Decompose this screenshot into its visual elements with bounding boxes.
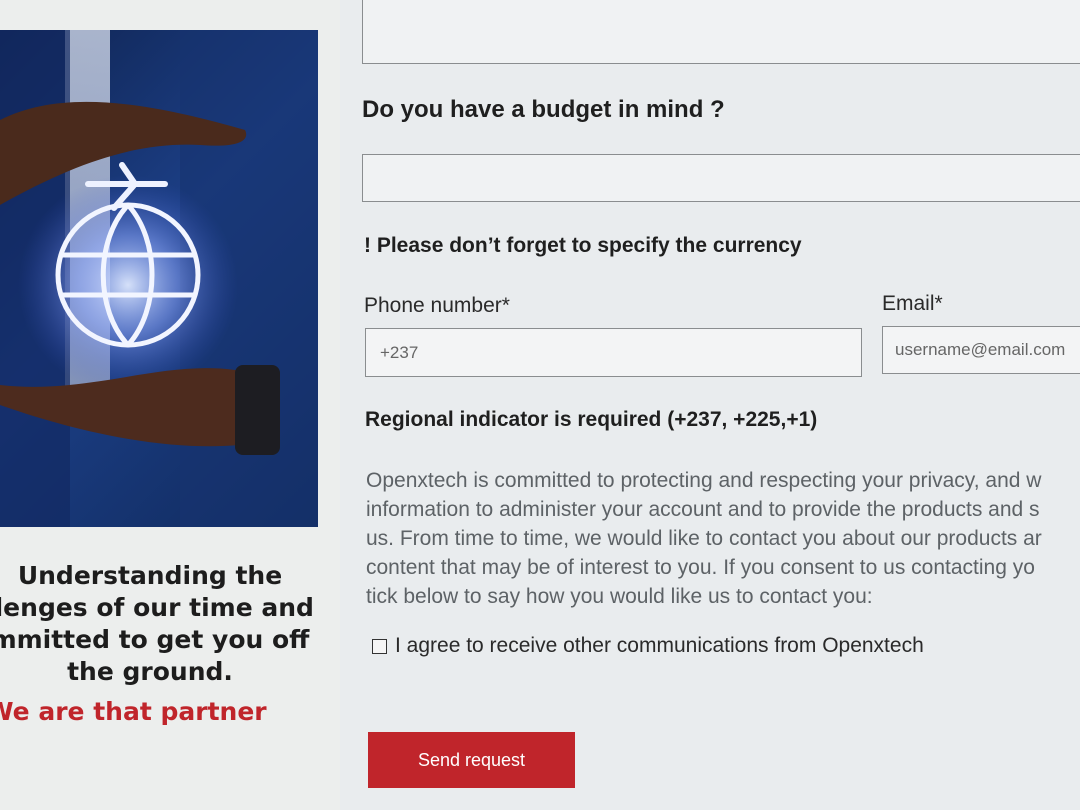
consent-label[interactable]: I agree to receive other communications … — [395, 634, 924, 658]
tagline: Understanding the llenges of our time an… — [0, 560, 340, 688]
regional-indicator-note: Regional indicator is required (+237, +2… — [365, 408, 818, 431]
budget-label: Do you have a budget in mind ? — [362, 96, 725, 123]
wristwatch — [235, 365, 280, 455]
privacy-notice: Openxtech is committed to protecting and… — [366, 466, 1080, 611]
privacy-line: content that may be of interest to you. … — [366, 556, 1035, 579]
budget-input[interactable] — [362, 154, 1080, 202]
email-label: Email* — [882, 292, 943, 315]
privacy-line: Openxtech is committed to protecting and… — [366, 469, 1042, 492]
previous-field-input[interactable] — [362, 0, 1080, 64]
send-request-button[interactable]: Send request — [368, 732, 575, 788]
privacy-line: information to administer your account a… — [366, 498, 1040, 521]
privacy-line: tick below to say how you would like us … — [366, 585, 873, 608]
consent-row[interactable]: I agree to receive other communications … — [372, 634, 924, 658]
contact-form: Do you have a budget in mind ? ! Please … — [362, 0, 1080, 810]
consent-checkbox[interactable] — [372, 638, 387, 654]
phone-label: Phone number* — [364, 294, 510, 317]
tagline-line: mmitted to get you off — [0, 625, 310, 654]
tagline-line: llenges of our time and — [0, 593, 314, 622]
hero-illustration — [0, 30, 318, 527]
currency-note: ! Please don’t forget to specify the cur… — [364, 234, 802, 257]
tagline-line: Understanding the — [17, 561, 283, 590]
tagline-line: the ground. — [67, 657, 233, 686]
privacy-line: us. From time to time, we would like to … — [366, 527, 1042, 550]
partner-slogan: We are that partner — [0, 697, 267, 726]
hero-image — [0, 30, 318, 527]
email-input[interactable] — [882, 326, 1080, 374]
sidebar-panel: Understanding the llenges of our time an… — [0, 0, 340, 810]
phone-input[interactable] — [365, 328, 862, 377]
